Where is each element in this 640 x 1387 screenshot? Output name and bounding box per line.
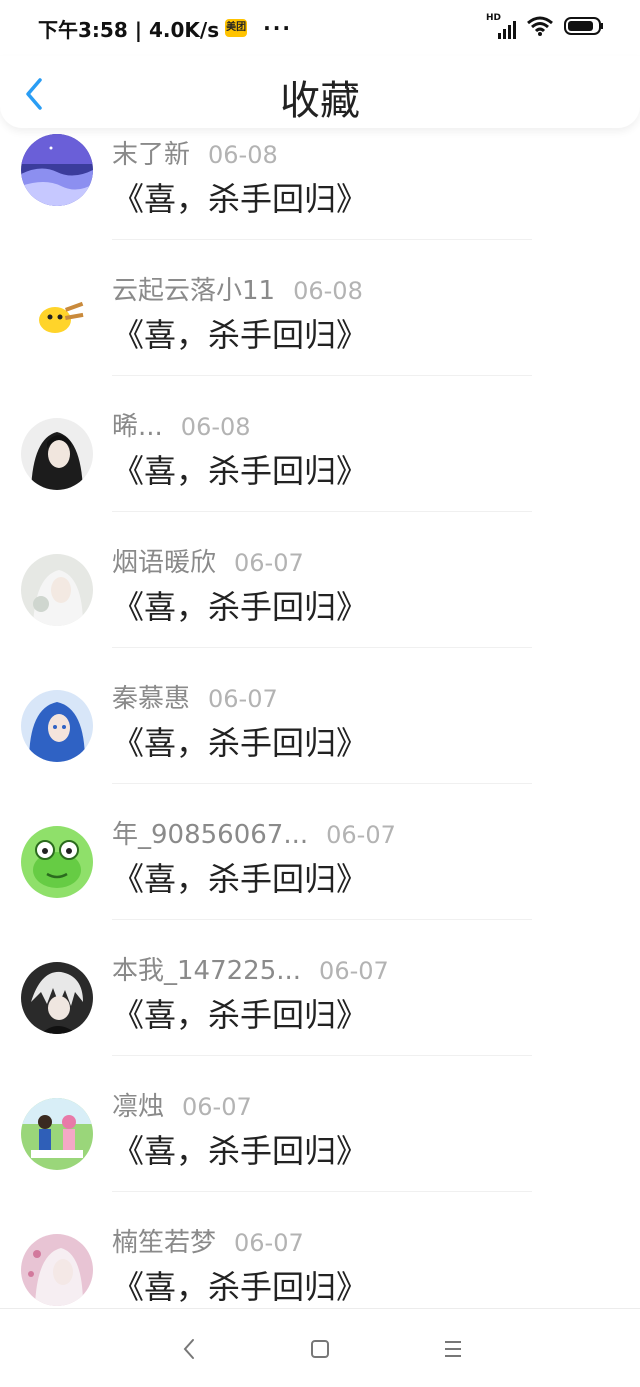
more-notifications-icon: ··· (263, 16, 292, 40)
nav-menu-button[interactable] (437, 1333, 469, 1365)
item-content[interactable]: 《喜，杀手回归》 (112, 582, 368, 628)
username[interactable]: 秦慕惠 (112, 678, 190, 715)
username[interactable]: 云起云落小11 (112, 270, 275, 307)
system-nav-bar (0, 1308, 640, 1387)
status-time-speed: 下午3:58 | 4.0K/s (38, 17, 220, 42)
status-left: 下午3:58 | 4.0K/s 美团 ··· (38, 14, 292, 43)
avatar[interactable] (21, 134, 93, 206)
username[interactable]: 烟语暖欣 (112, 542, 216, 579)
date: 06-07 (234, 1229, 304, 1257)
item-meta: 楠笙若梦 06-07 (112, 1222, 304, 1259)
item-content[interactable]: 《喜，杀手回归》 (112, 310, 368, 356)
username[interactable]: 年_90856067... (112, 814, 308, 851)
date: 06-07 (319, 957, 389, 985)
item-content[interactable]: 《喜，杀手回归》 (112, 854, 368, 900)
username[interactable]: 凛烛 (112, 1086, 164, 1123)
avatar[interactable] (21, 554, 93, 626)
item-meta: 烟语暖欣 06-07 (112, 542, 304, 579)
status-bar: 下午3:58 | 4.0K/s 美团 ··· HD (0, 0, 640, 56)
item-meta: 本我_147225... 06-07 (112, 950, 389, 987)
date: 06-07 (208, 685, 278, 713)
item-content[interactable]: 《喜，杀手回归》 (112, 1262, 368, 1308)
date: 06-08 (208, 141, 278, 169)
nav-menu-icon (445, 1341, 461, 1357)
date: 06-07 (326, 821, 396, 849)
list-item[interactable]: 晞... 06-08 《喜，杀手回归》 (0, 376, 640, 512)
avatar[interactable] (21, 826, 93, 898)
avatar[interactable] (21, 1098, 93, 1170)
item-meta: 晞... 06-08 (112, 406, 251, 443)
list-item[interactable]: 末了新 06-08 《喜，杀手回归》 (0, 128, 640, 240)
date: 06-07 (234, 549, 304, 577)
item-content[interactable]: 《喜，杀手回归》 (112, 446, 368, 492)
header-bar: 收藏 (0, 56, 640, 128)
item-content[interactable]: 《喜，杀手回归》 (112, 718, 368, 764)
status-right: HD (486, 13, 604, 42)
item-content[interactable]: 《喜，杀手回归》 (112, 174, 368, 220)
avatar[interactable] (21, 282, 93, 354)
nav-back-icon (183, 1339, 194, 1359)
page-title: 收藏 (280, 78, 360, 124)
nav-home-icon (311, 1340, 329, 1358)
avatar[interactable] (21, 1234, 93, 1306)
screen: 下午3:58 | 4.0K/s 美团 ··· HD 收藏 末了新 06-08 《… (0, 0, 640, 1387)
wifi-icon (526, 15, 554, 42)
list-item[interactable]: 秦慕惠 06-07 《喜，杀手回归》 (0, 648, 640, 784)
list-item[interactable]: 烟语暖欣 06-07 《喜，杀手回归》 (0, 512, 640, 648)
username[interactable]: 本我_147225... (112, 950, 301, 987)
item-meta: 秦慕惠 06-07 (112, 678, 278, 715)
meituan-app-icon: 美团 (225, 19, 248, 37)
item-meta: 云起云落小11 06-08 (112, 270, 363, 307)
date: 06-08 (180, 413, 251, 441)
avatar[interactable] (21, 690, 93, 762)
username[interactable]: 楠笙若梦 (112, 1222, 216, 1259)
list-item[interactable]: 凛烛 06-07 《喜，杀手回归》 (0, 1056, 640, 1192)
nav-back-button[interactable] (174, 1333, 206, 1365)
username[interactable]: 晞... (112, 406, 163, 443)
hd-label: HD (486, 13, 502, 23)
item-meta: 凛烛 06-07 (112, 1086, 252, 1123)
item-content[interactable]: 《喜，杀手回归》 (112, 990, 368, 1036)
list-item[interactable]: 年_90856067... 06-07 《喜，杀手回归》 (0, 784, 640, 920)
list-item[interactable]: 本我_147225... 06-07 《喜，杀手回归》 (0, 920, 640, 1056)
item-meta: 末了新 06-08 (112, 134, 278, 171)
list-item[interactable]: 楠笙若梦 06-07 《喜，杀手回归》 (0, 1192, 640, 1308)
signal-icon: HD (486, 13, 516, 39)
item-meta: 年_90856067... 06-07 (112, 814, 396, 851)
nav-home-button[interactable] (304, 1333, 336, 1365)
avatar[interactable] (21, 962, 93, 1034)
item-content[interactable]: 《喜，杀手回归》 (112, 1126, 368, 1172)
date: 06-08 (293, 277, 363, 305)
date: 06-07 (182, 1093, 252, 1121)
list-item[interactable]: 云起云落小11 06-08 《喜，杀手回归》 (0, 240, 640, 376)
avatar[interactable] (21, 418, 93, 490)
favorites-list: 末了新 06-08 《喜，杀手回归》 云起云落小11 06-08 《喜，杀手回归… (0, 128, 640, 1308)
username[interactable]: 末了新 (112, 134, 190, 171)
battery-icon (564, 16, 604, 41)
